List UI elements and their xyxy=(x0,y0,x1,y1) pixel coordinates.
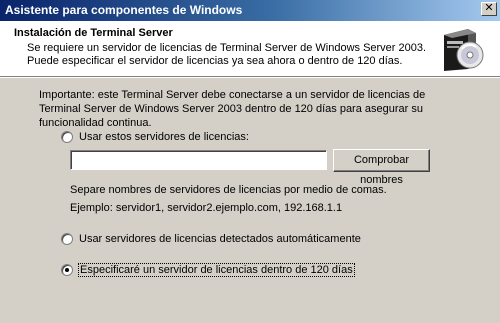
option-autodetect-radio[interactable] xyxy=(61,233,73,245)
page-subtitle: Se requiere un servidor de licencias de … xyxy=(27,42,427,67)
check-names-button[interactable]: Comprobar nombres xyxy=(333,149,430,186)
option-specify-label[interactable]: Usar estos servidores de licencias: xyxy=(79,131,249,143)
license-servers-input[interactable] xyxy=(70,150,327,170)
option-later-label[interactable]: Especificaré un servidor de licencias de… xyxy=(78,263,355,277)
cd-box-icon xyxy=(444,29,484,71)
option-autodetect[interactable]: Usar servidores de licencias detectados … xyxy=(61,233,361,245)
example-hint: Ejemplo: servidor1, servidor2.ejemplo.co… xyxy=(70,202,343,214)
option-specify-servers[interactable]: Usar estos servidores de licencias: xyxy=(61,131,249,143)
wizard-window: Asistente para componentes de Windows ✕ … xyxy=(0,0,500,323)
option-autodetect-label[interactable]: Usar servidores de licencias detectados … xyxy=(79,233,361,245)
header-divider xyxy=(0,77,500,78)
wizard-header: Instalación de Terminal Server Se requie… xyxy=(0,21,500,77)
window-title: Asistente para componentes de Windows xyxy=(5,3,243,17)
page-title: Instalación de Terminal Server xyxy=(14,27,173,39)
separator-hint: Separe nombres de servidores de licencia… xyxy=(70,184,387,196)
option-specify-later[interactable]: Especificaré un servidor de licencias de… xyxy=(61,263,355,277)
option-later-radio[interactable] xyxy=(61,264,73,276)
title-bar[interactable]: Asistente para componentes de Windows ✕ xyxy=(0,0,500,21)
close-button[interactable]: ✕ xyxy=(481,2,497,16)
close-icon: ✕ xyxy=(484,2,494,14)
option-specify-radio[interactable] xyxy=(61,131,73,143)
notice-text: Importante: este Terminal Server debe co… xyxy=(39,89,426,129)
